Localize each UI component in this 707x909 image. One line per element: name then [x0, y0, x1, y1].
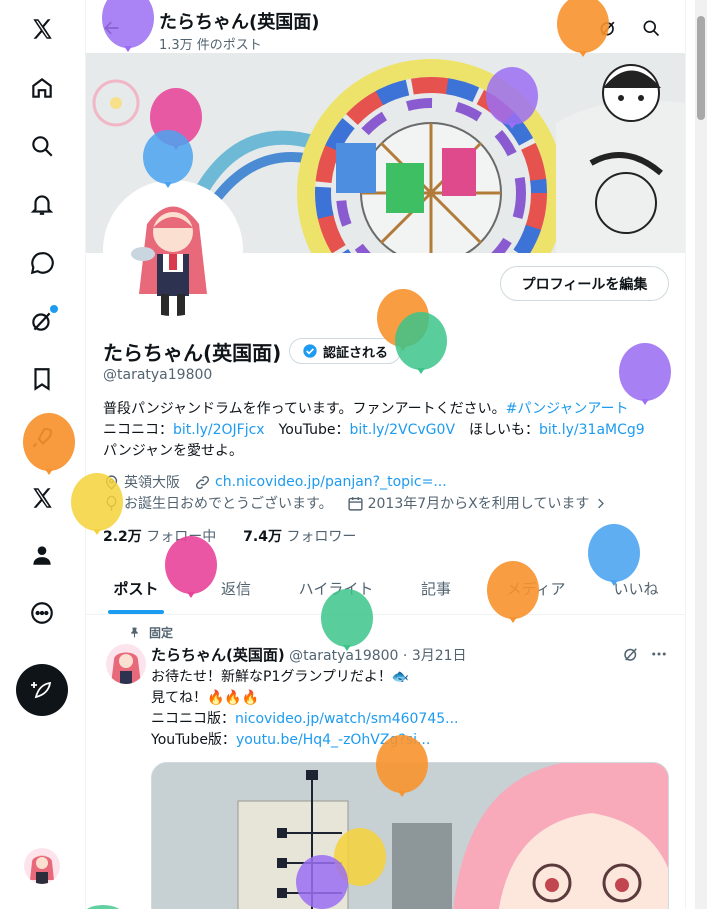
tab-media[interactable]: メディア [486, 562, 586, 614]
grok-profile-icon[interactable] [594, 14, 622, 42]
header-display-name: たらちゃん(英国面) [159, 12, 320, 33]
scrollbar-thumb[interactable] [697, 16, 705, 120]
post-line-3: ニコニコ版：nicovideo.jp/watch/sm460745... [151, 709, 459, 730]
bell-icon[interactable] [22, 184, 62, 224]
more-options-icon[interactable] [647, 642, 671, 666]
bio-niconico-link[interactable]: bit.ly/2OJFjcx [173, 422, 265, 438]
balloon-icon [106, 495, 117, 511]
edit-profile-button[interactable]: プロフィールを編集 [500, 266, 669, 301]
post-author-avatar[interactable] [106, 644, 146, 684]
post-line-1: お待たせ！新鮮なP1グランプリだよ！🐟 [151, 669, 410, 685]
bio-youtube-label: YouTube： [278, 422, 350, 438]
profile-bio: 普段パンジャンドラムを作っています。ファンアートください。#パンジャンアート ニ… [103, 399, 678, 462]
profile-meta-row-1: 英領大阪 ch.nicovideo.jp/panjan?_topic=... [103, 472, 461, 492]
more-icon[interactable] [22, 593, 62, 633]
get-verified-button[interactable]: 認証される [289, 338, 401, 364]
compose-post-button[interactable] [16, 664, 68, 716]
niconico-label: ニコニコ版： [151, 711, 235, 727]
home-icon[interactable] [22, 68, 62, 108]
profile-main-column: たらちゃん(英国面) 1.3万 件のポスト プロフィールを編集 たらちゃん(英国… [86, 0, 686, 909]
following-link[interactable]: 2.2万 フォロー中 [103, 529, 216, 545]
feather-plus-icon [31, 681, 52, 699]
link-icon [195, 475, 210, 489]
bio-niconico-label: ニコニコ： [103, 422, 173, 438]
followers-link[interactable]: 7.4万 フォロワー [243, 529, 356, 545]
post-line-4: YouTube版：youtu.be/Hq4_-zOhVZg?si... [151, 730, 459, 751]
following-label: フォロー中 [146, 529, 217, 545]
bio-wishlist-label: ほしいも： [469, 422, 540, 438]
profile-meta-row-2: お誕生日おめでとうございます。 2013年7月からXを利用しています [103, 493, 622, 513]
tab-articles[interactable]: 記事 [386, 562, 486, 614]
bio-wishlist-link[interactable]: bit.ly/31aMCg9 [539, 422, 645, 438]
grok-icon[interactable] [22, 301, 62, 341]
joined-item[interactable]: 2013年7月からXを利用しています [347, 493, 609, 513]
bio-line-2: ニコニコ：bit.ly/2OJFjcx YouTube：bit.ly/2VCvG0… [103, 420, 678, 441]
profile-tabs: ポスト 返信 ハイライト 記事 メディア いいね [86, 562, 685, 615]
search-icon[interactable] [22, 126, 62, 166]
bio-youtube-link[interactable]: bit.ly/2VCvG0V [350, 422, 456, 438]
post-body: お待たせ！新鮮なP1グランプリだよ！🐟 見てね！🔥🔥🔥 ニコニコ版：nicovi… [151, 667, 459, 751]
profile-icon[interactable] [22, 535, 62, 575]
avatar-character-illustration [107, 184, 239, 316]
x-logo-icon[interactable] [22, 9, 62, 49]
tab-replies[interactable]: 返信 [186, 562, 286, 614]
birthday-item: お誕生日おめでとうございます。 [103, 493, 333, 513]
followers-label: フォロワー [286, 529, 357, 545]
back-arrow-icon[interactable] [98, 14, 126, 42]
profile-avatar[interactable] [103, 180, 243, 320]
account-avatar[interactable] [24, 848, 60, 884]
post-media-illustration [152, 763, 668, 909]
profile-handle: @taratya19800 [103, 367, 213, 383]
profile-display-name: たらちゃん(英国面) [103, 341, 282, 365]
website-item[interactable]: ch.nicovideo.jp/panjan?_topic=... [194, 474, 447, 491]
pin-icon [131, 627, 138, 638]
post-media-image[interactable] [151, 762, 669, 909]
tab-highlights[interactable]: ハイライト [286, 562, 386, 614]
bookmark-icon[interactable] [22, 359, 62, 399]
post-author-name[interactable]: たらちゃん(英国面) [151, 646, 285, 664]
tab-posts[interactable]: ポスト [86, 562, 186, 614]
pinned-post[interactable]: 固定 たらちゃん(英国面) @taratya19800 · 3月21日 お待たせ… [86, 616, 685, 909]
location-text: 英領大阪 [124, 475, 180, 491]
header-post-count: 1.3万 件のポスト [159, 38, 262, 53]
website-link[interactable]: ch.nicovideo.jp/panjan?_topic=... [215, 474, 447, 490]
notification-dot [50, 305, 58, 313]
niconico-link[interactable]: nicovideo.jp/watch/sm460745... [235, 711, 459, 727]
location-item: 英領大阪 [103, 472, 180, 492]
joined-text: 2013年7月からXを利用しています [367, 496, 590, 512]
youtube-label: YouTube版： [151, 732, 236, 748]
left-sidebar-nav [0, 0, 86, 909]
followers-count: 7.4万 [243, 529, 282, 545]
post-header: たらちゃん(英国面) @taratya19800 · 3月21日 [151, 644, 467, 665]
bio-line-1: 普段パンジャンドラムを作っています。ファンアートください。#パンジャンアート [103, 399, 678, 420]
bio-text: 普段パンジャンドラムを作っています。ファンアートください。 [103, 401, 506, 417]
chevron-right-icon [598, 498, 605, 508]
post-handle-date[interactable]: @taratya19800 · 3月21日 [289, 648, 466, 664]
calendar-icon [348, 496, 363, 511]
verified-badge-icon [303, 344, 317, 358]
pinned-indicator: 固定 [128, 624, 173, 641]
follow-stats: 2.2万 フォロー中 7.4万 フォロワー [103, 526, 356, 546]
youtube-link[interactable]: youtu.be/Hq4_-zOhVZg?si... [236, 732, 430, 748]
grok-post-icon[interactable] [619, 642, 643, 666]
messages-icon[interactable] [22, 243, 62, 283]
rocket-icon[interactable] [22, 418, 62, 458]
birthday-text: お誕生日おめでとうございます。 [124, 496, 333, 512]
search-profile-icon[interactable] [637, 14, 665, 42]
location-pin-icon [105, 474, 118, 490]
following-count: 2.2万 [103, 529, 142, 545]
tab-likes[interactable]: いいね [586, 562, 685, 614]
bio-hashtag-link[interactable]: #パンジャンアート [506, 401, 629, 417]
profile-header-bar: たらちゃん(英国面) 1.3万 件のポスト [86, 0, 685, 53]
page-scrollbar[interactable] [695, 0, 707, 909]
bio-line-3: パンジャンを愛せよ。 [103, 443, 243, 459]
x-premium-icon[interactable] [22, 478, 62, 518]
post-line-2: 見てね！🔥🔥🔥 [151, 690, 260, 706]
verify-button-label: 認証される [322, 345, 388, 361]
pinned-label: 固定 [149, 626, 174, 640]
